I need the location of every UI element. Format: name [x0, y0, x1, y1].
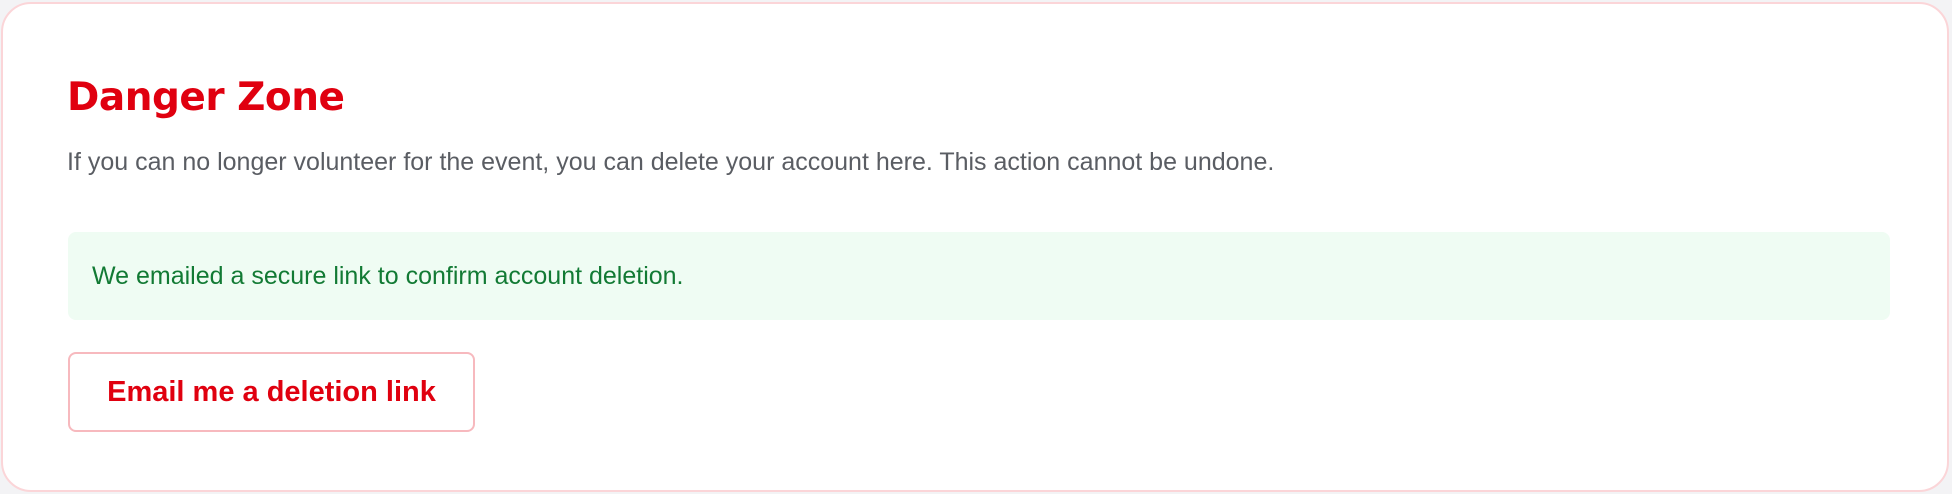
section-description: If you can no longer volunteer for the e…: [67, 148, 1275, 176]
email-deletion-link-button[interactable]: Email me a deletion link: [68, 352, 475, 432]
success-notice-text: We emailed a secure link to confirm acco…: [92, 262, 684, 290]
danger-zone-card: Danger Zone If you can no longer volunte…: [1, 2, 1949, 492]
success-notice: We emailed a secure link to confirm acco…: [68, 232, 1890, 320]
section-title: Danger Zone: [67, 75, 345, 120]
